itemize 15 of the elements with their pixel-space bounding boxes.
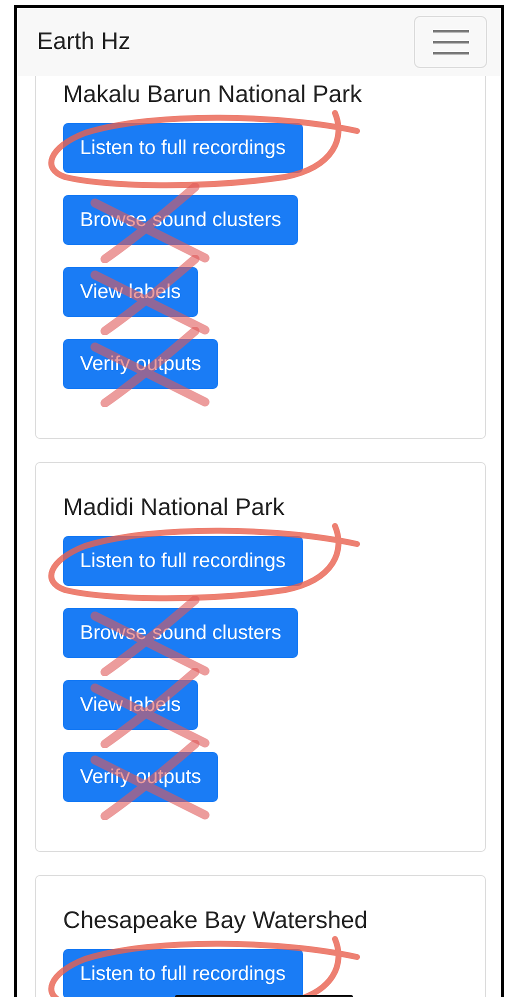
- action-button[interactable]: Listen to full recordings: [63, 949, 303, 997]
- card-title: Chesapeake Bay Watershed: [63, 906, 368, 936]
- action-button[interactable]: View labels: [63, 267, 198, 317]
- brand-title[interactable]: Earth Hz: [37, 28, 130, 56]
- menu-icon: [432, 29, 468, 55]
- card-title: Makalu Barun National Park: [63, 80, 362, 110]
- action-button[interactable]: View labels: [63, 680, 198, 730]
- action-button[interactable]: Verify outputs: [63, 339, 218, 389]
- card-title: Madidi National Park: [63, 493, 284, 523]
- action-button[interactable]: Listen to full recordings: [63, 536, 303, 586]
- action-button[interactable]: Listen to full recordings: [63, 123, 303, 173]
- menu-button[interactable]: [414, 16, 487, 68]
- action-button[interactable]: Verify outputs: [63, 752, 218, 802]
- action-button[interactable]: Browse sound clusters: [63, 195, 298, 245]
- action-button[interactable]: Browse sound clusters: [63, 608, 298, 658]
